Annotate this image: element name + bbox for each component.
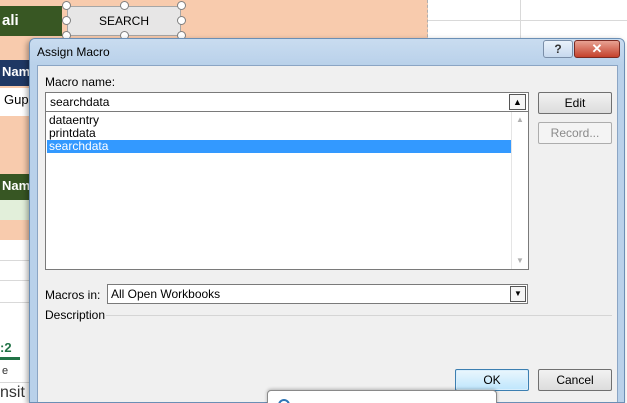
- macros-in-select[interactable]: All Open Workbooks ▼: [107, 284, 528, 304]
- dialog-title: Assign Macro: [37, 45, 110, 59]
- record-button[interactable]: Record...: [538, 122, 612, 144]
- close-button[interactable]: ✕: [574, 40, 620, 58]
- macro-name-input[interactable]: searchdata: [45, 92, 529, 112]
- macro-name-label: Macro name:: [45, 75, 116, 89]
- ok-button[interactable]: OK: [455, 369, 529, 391]
- partial-popup-window[interactable]: [267, 390, 497, 403]
- description-label: Description: [45, 308, 106, 322]
- resize-handle[interactable]: [120, 1, 129, 10]
- list-scrollbar[interactable]: ▲ ▼: [511, 112, 528, 269]
- cancel-button[interactable]: Cancel: [538, 369, 612, 391]
- list-item[interactable]: dataentry: [47, 114, 511, 127]
- list-item[interactable]: printdata: [47, 127, 511, 140]
- resize-handle[interactable]: [62, 16, 71, 25]
- circle-icon: [278, 399, 290, 403]
- upload-arrow-icon[interactable]: ▲: [509, 94, 526, 110]
- description-divider: [106, 315, 612, 316]
- edit-button[interactable]: Edit: [538, 92, 612, 114]
- resize-handle[interactable]: [177, 16, 186, 25]
- scroll-up-icon[interactable]: ▲: [512, 112, 528, 128]
- dialog-body: Macro name: searchdata ▲ dataentry print…: [37, 65, 618, 402]
- list-item-selected[interactable]: searchdata: [47, 140, 511, 153]
- resize-handle[interactable]: [177, 1, 186, 10]
- resize-handle[interactable]: [62, 1, 71, 10]
- assign-macro-dialog: Assign Macro ? ✕ Macro name: searchdata …: [29, 38, 625, 403]
- grid-line: [520, 0, 521, 42]
- macro-list[interactable]: dataentry printdata searchdata ▲ ▼: [45, 111, 529, 270]
- macros-in-value: All Open Workbooks: [111, 287, 221, 301]
- dialog-titlebar[interactable]: Assign Macro ? ✕: [30, 39, 624, 65]
- sheet-cell-title[interactable]: ali: [0, 6, 62, 36]
- chevron-down-icon[interactable]: ▼: [510, 286, 526, 302]
- help-button[interactable]: ?: [543, 40, 573, 58]
- grid-line: [428, 20, 627, 21]
- macros-in-label: Macros in:: [45, 288, 101, 302]
- sheet-tab[interactable]: :2: [0, 336, 20, 360]
- page-break-line: [427, 0, 428, 42]
- scroll-down-icon[interactable]: ▼: [512, 253, 528, 269]
